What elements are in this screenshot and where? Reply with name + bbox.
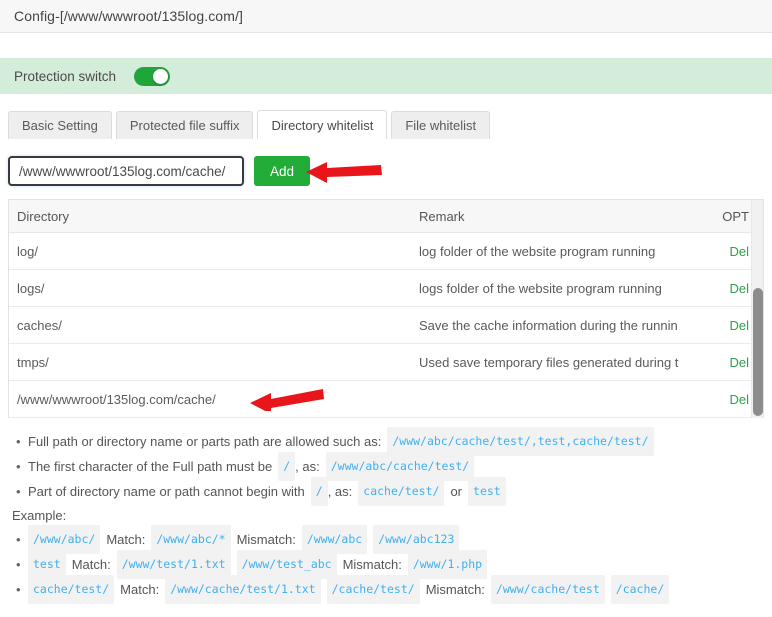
bullet-icon: •: [16, 484, 21, 499]
code-snippet: /: [310, 477, 328, 506]
bullet-icon: •: [16, 434, 21, 449]
delete-link[interactable]: Del: [729, 281, 749, 296]
example-pattern: cache/test/: [28, 575, 115, 604]
example-label: Example:: [12, 508, 67, 523]
tab-file-whitelist[interactable]: File whitelist: [391, 111, 491, 139]
mismatch-example: /cache/: [610, 575, 670, 604]
match-label: Match:: [120, 582, 160, 597]
example-item: • test Match: /www/test/1.txt /www/test_…: [12, 550, 772, 579]
rule-item: • Part of directory name or path cannot …: [12, 477, 772, 506]
cell-remark: log folder of the website program runnin…: [419, 243, 656, 259]
table-row[interactable]: caches/ Save the cache information durin…: [9, 307, 763, 344]
bullet-icon: •: [16, 582, 21, 597]
cell-remark: Used save temporary files generated duri…: [419, 354, 679, 370]
delete-link[interactable]: Del: [729, 244, 749, 259]
table-row[interactable]: /www/wwwroot/135log.com/cache/ Del: [9, 381, 763, 418]
table-row[interactable]: log/ log folder of the website program r…: [9, 233, 763, 270]
cell-directory: /www/wwwroot/135log.com/cache/: [17, 391, 216, 407]
bullet-icon: •: [16, 557, 21, 572]
rules-list: • Full path or directory name or parts p…: [12, 427, 772, 506]
delete-link[interactable]: Del: [729, 392, 749, 407]
column-header-remark: Remark: [419, 208, 465, 224]
rule-text-mid: , as:: [295, 459, 320, 474]
examples-list: • /www/abc/ Match: /www/abc/* Mismatch: …: [12, 525, 772, 604]
mismatch-label: Mismatch:: [342, 557, 402, 572]
rule-or-label: or: [450, 484, 463, 499]
tab-basic-setting[interactable]: Basic Setting: [8, 111, 112, 139]
cell-directory: logs/: [17, 280, 45, 296]
match-example: /www/cache/test/1.txt: [165, 575, 321, 604]
column-header-opt: OPT: [722, 208, 749, 224]
tab-directory-whitelist[interactable]: Directory whitelist: [257, 110, 388, 139]
example-item: • /www/abc/ Match: /www/abc/* Mismatch: …: [12, 525, 772, 554]
cell-directory: caches/: [17, 317, 62, 333]
table-row[interactable]: logs/ logs folder of the website program…: [9, 270, 763, 307]
match-label: Match:: [71, 557, 111, 572]
cell-opt: Del: [709, 392, 755, 407]
code-snippet: test: [468, 477, 506, 506]
code-snippet: cache/test/: [358, 477, 445, 506]
toggle-knob-icon: [153, 68, 169, 84]
table-scrollbar[interactable]: [751, 200, 763, 418]
scrollbar-thumb[interactable]: [753, 288, 763, 416]
code-snippet: /: [278, 452, 296, 481]
cell-opt: Del: [709, 318, 755, 333]
rule-text: The first character of the Full path mus…: [28, 459, 273, 474]
rule-text: Part of directory name or path cannot be…: [28, 484, 305, 499]
mismatch-example: /www/cache/test: [490, 575, 605, 604]
rule-text: Full path or directory name or parts pat…: [28, 434, 382, 449]
add-button[interactable]: Add: [254, 156, 311, 186]
tab-bar: Basic Setting Protected file suffix Dire…: [0, 110, 772, 139]
match-label: Match:: [106, 532, 146, 547]
directory-whitelist-table: Directory Remark OPT log/ log folder of …: [8, 199, 764, 418]
rule-item: • Full path or directory name or parts p…: [12, 427, 772, 456]
bullet-icon: •: [16, 532, 21, 547]
cell-opt: Del: [709, 355, 755, 370]
annotation-arrow-row-icon: [250, 389, 324, 411]
rule-text-mid: , as:: [327, 484, 353, 499]
rule-item: • The first character of the Full path m…: [12, 452, 772, 481]
cell-opt: Del: [709, 281, 755, 296]
mismatch-example: /www/1.php: [407, 550, 488, 579]
cell-directory: tmps/: [17, 354, 49, 370]
protection-switch-label: Protection switch: [14, 68, 117, 84]
tab-protected-file-suffix[interactable]: Protected file suffix: [115, 111, 254, 139]
mismatch-label: Mismatch:: [236, 532, 296, 547]
column-header-directory: Directory: [17, 208, 70, 224]
match-example: /cache/test/: [326, 575, 420, 604]
page-title: Config-[/www/wwwroot/135log.com/]: [14, 8, 243, 24]
mismatch-label: Mismatch:: [425, 582, 485, 597]
cell-opt: Del: [709, 244, 755, 259]
delete-link[interactable]: Del: [729, 318, 749, 333]
protection-switch-toggle[interactable]: [134, 66, 171, 86]
delete-link[interactable]: Del: [729, 355, 749, 370]
annotation-arrow-add-icon: [306, 162, 382, 183]
window-title-bar: Config-[/www/wwwroot/135log.com/]: [0, 0, 772, 33]
example-item: • cache/test/ Match: /www/cache/test/1.t…: [12, 575, 772, 604]
help-section: • Full path or directory name or parts p…: [0, 427, 772, 604]
cell-remark: logs folder of the website program runni…: [419, 280, 662, 296]
directory-path-input[interactable]: [8, 156, 244, 186]
table-row[interactable]: tmps/ Used save temporary files generate…: [9, 344, 763, 381]
add-directory-row: Add: [0, 155, 772, 187]
bullet-icon: •: [16, 459, 21, 474]
cell-directory: log/: [17, 243, 38, 259]
cell-remark: Save the cache information during the ru…: [419, 317, 678, 333]
protection-switch-band: Protection switch: [0, 58, 772, 94]
table-header-row: Directory Remark OPT: [9, 200, 763, 233]
